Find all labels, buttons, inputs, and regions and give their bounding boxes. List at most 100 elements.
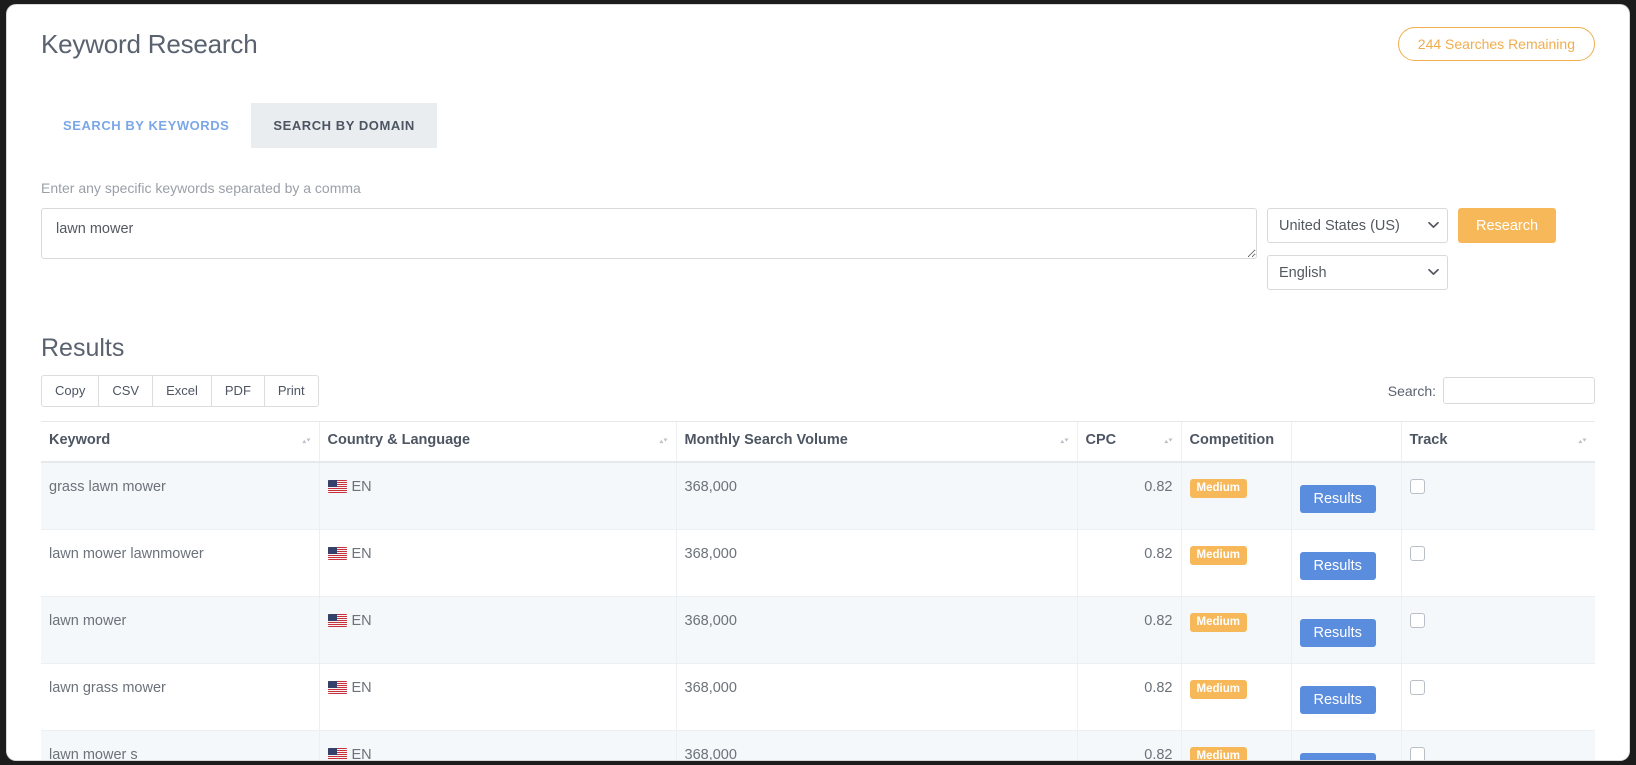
track-checkbox[interactable] bbox=[1409, 545, 1425, 561]
table-toolbar: Copy CSV Excel PDF Print Search: bbox=[41, 375, 1595, 407]
column-header-keyword[interactable]: Keyword bbox=[41, 420, 319, 463]
cell-competition: Medium bbox=[1180, 461, 1291, 530]
row-results-button[interactable]: Results bbox=[1299, 618, 1376, 647]
searches-remaining-badge: 244 Searches Remaining bbox=[1397, 27, 1595, 61]
cell-monthly-search-volume: 368,000 bbox=[675, 663, 1077, 731]
column-header-competition: Competition bbox=[1180, 420, 1291, 463]
cell-monthly-search-volume: 368,000 bbox=[675, 596, 1077, 664]
country-select[interactable]: United States (US) bbox=[1267, 208, 1448, 243]
language-code: EN bbox=[351, 612, 372, 629]
cell-cpc: 0.82 bbox=[1076, 529, 1181, 597]
track-checkbox[interactable] bbox=[1409, 679, 1425, 695]
cell-competition: Medium bbox=[1180, 663, 1291, 731]
row-results-button[interactable]: Results bbox=[1299, 484, 1376, 513]
competition-badge: Medium bbox=[1189, 679, 1247, 700]
cell-keyword: lawn mower bbox=[41, 596, 319, 664]
track-checkbox[interactable] bbox=[1409, 612, 1425, 628]
cell-action: Results bbox=[1290, 529, 1401, 597]
table-search-filter: Search: bbox=[1387, 377, 1595, 405]
language-select[interactable]: English bbox=[1267, 255, 1448, 290]
column-header-actions bbox=[1290, 420, 1401, 463]
cell-keyword: lawn grass mower bbox=[41, 663, 319, 731]
table-row: lawn grass mower EN 368,000 0.82 Medium Resul… bbox=[41, 663, 1595, 731]
keywords-input[interactable] bbox=[41, 208, 1257, 259]
export-csv-button[interactable]: CSV bbox=[98, 375, 153, 407]
cell-track bbox=[1400, 596, 1595, 664]
competition-badge: Medium bbox=[1189, 746, 1247, 760]
cell-cpc: 0.82 bbox=[1076, 461, 1181, 530]
keywords-hint: Enter any specific keywords separated by… bbox=[41, 180, 361, 196]
table-body: grass lawn mower EN 368,000 0.82 Medium Resul… bbox=[41, 461, 1595, 760]
row-results-button[interactable]: Results bbox=[1299, 752, 1376, 760]
cell-keyword: grass lawn mower bbox=[41, 461, 319, 530]
cell-track bbox=[1400, 663, 1595, 731]
page-title: Keyword Research bbox=[41, 28, 258, 59]
column-label: CPC bbox=[1085, 431, 1117, 448]
cell-competition: Medium bbox=[1180, 730, 1291, 760]
locale-selects: United States (US) English bbox=[1267, 208, 1448, 290]
cell-cpc: 0.82 bbox=[1076, 596, 1181, 664]
cell-keyword: lawn mower s bbox=[41, 730, 319, 760]
cell-cpc: 0.82 bbox=[1076, 730, 1181, 760]
cell-country-language: EN bbox=[318, 663, 676, 731]
cell-monthly-search-volume: 368,000 bbox=[675, 529, 1077, 597]
page-content: Keyword Research 244 Searches Remaining … bbox=[7, 5, 1629, 760]
cell-track bbox=[1400, 461, 1595, 530]
cell-country-language: EN bbox=[318, 461, 676, 530]
language-code: EN bbox=[351, 679, 372, 696]
table-search-label: Search: bbox=[1387, 382, 1436, 399]
export-copy-button[interactable]: Copy bbox=[41, 375, 99, 407]
table-row: lawn mower EN 368,000 0.82 Medium Results bbox=[41, 596, 1595, 664]
cell-country-language: EN bbox=[318, 529, 676, 597]
table-row: lawn mower lawnmower EN 368,000 0.82 Medium R… bbox=[41, 529, 1595, 597]
us-flag-icon bbox=[327, 680, 347, 694]
column-label: Track bbox=[1409, 431, 1448, 448]
language-select-wrap: English bbox=[1267, 255, 1448, 290]
cell-action: Results bbox=[1290, 663, 1401, 731]
tab-search-by-keywords[interactable]: SEARCH BY KEYWORDS bbox=[41, 103, 251, 148]
column-header-country-language[interactable]: Country & Language bbox=[318, 420, 676, 463]
cell-monthly-search-volume: 368,000 bbox=[675, 461, 1077, 530]
language-code: EN bbox=[351, 746, 372, 760]
export-buttons: Copy CSV Excel PDF Print bbox=[41, 375, 319, 407]
us-flag-icon bbox=[327, 546, 347, 560]
us-flag-icon bbox=[327, 747, 347, 760]
sort-updown-icon bbox=[1578, 434, 1587, 450]
table-row: lawn mower s EN 368,0000.82 Medium Results bbox=[41, 730, 1595, 760]
column-header-track[interactable]: Track bbox=[1400, 420, 1595, 463]
page-header: Keyword Research 244 Searches Remaining bbox=[41, 5, 1595, 61]
table-row: grass lawn mower EN 368,000 0.82 Medium Resul… bbox=[41, 461, 1595, 530]
export-excel-button[interactable]: Excel bbox=[152, 375, 211, 407]
track-checkbox[interactable] bbox=[1409, 478, 1425, 494]
cell-monthly-search-volume: 368,000 bbox=[675, 730, 1077, 760]
language-code: EN bbox=[351, 545, 372, 562]
cell-track bbox=[1400, 529, 1595, 597]
table-search-input[interactable] bbox=[1443, 377, 1595, 405]
column-header-monthly-search-volume[interactable]: Monthly Search Volume bbox=[675, 420, 1077, 463]
cell-country-language: EN bbox=[318, 730, 676, 760]
sort-updown-icon bbox=[301, 434, 311, 450]
column-label: Monthly Search Volume bbox=[684, 431, 848, 448]
browser-frame: Keyword Research 244 Searches Remaining … bbox=[7, 5, 1629, 760]
cell-cpc: 0.82 bbox=[1076, 663, 1181, 731]
row-results-button[interactable]: Results bbox=[1299, 551, 1376, 580]
sort-updown-icon bbox=[1163, 434, 1173, 450]
row-results-button[interactable]: Results bbox=[1299, 685, 1376, 714]
research-button[interactable]: Research bbox=[1458, 208, 1557, 243]
column-label: Country & Language bbox=[327, 431, 471, 448]
table-header-row: Keyword Country & Language Monthly Searc… bbox=[41, 420, 1595, 463]
keyword-results-table: Keyword Country & Language Monthly Searc… bbox=[41, 420, 1595, 760]
language-code: EN bbox=[351, 478, 372, 495]
export-print-button[interactable]: Print bbox=[263, 375, 319, 407]
sort-updown-icon bbox=[1059, 434, 1069, 450]
us-flag-icon bbox=[327, 479, 347, 493]
us-flag-icon bbox=[327, 613, 347, 627]
column-header-cpc[interactable]: CPC bbox=[1076, 420, 1181, 463]
tab-search-by-domain[interactable]: SEARCH BY DOMAIN bbox=[251, 103, 437, 148]
export-pdf-button[interactable]: PDF bbox=[210, 375, 264, 407]
column-label: Competition bbox=[1189, 431, 1275, 448]
cell-action: Results bbox=[1290, 461, 1401, 530]
cell-competition: Medium bbox=[1180, 529, 1291, 597]
track-checkbox[interactable] bbox=[1409, 746, 1425, 760]
table-header: Keyword Country & Language Monthly Searc… bbox=[41, 420, 1595, 463]
